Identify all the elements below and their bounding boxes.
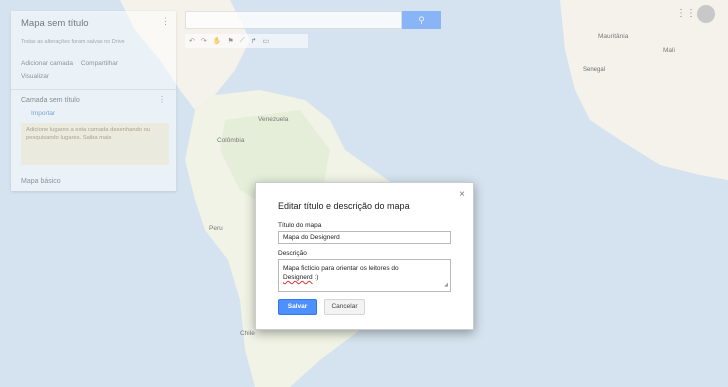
map-title-field[interactable] (278, 231, 451, 244)
map-label-senegal: Senegal (583, 67, 606, 73)
map-title-label: Título do mapa (278, 222, 322, 229)
search-button[interactable]: ⚲ (402, 11, 441, 29)
map-label-chile: Chile (240, 330, 255, 337)
close-icon[interactable]: × (459, 189, 465, 200)
map-label-venezuela: Venezuela (258, 116, 289, 123)
description-tail: :) (312, 274, 319, 281)
layer-options-icon[interactable]: ⋮ (158, 95, 166, 104)
share-button[interactable]: Compartilhar (81, 60, 118, 67)
resize-handle-icon[interactable]: ◢ (444, 281, 448, 290)
map-label-mali: Mali (663, 47, 675, 54)
misspelled-word: Designerd (283, 274, 313, 281)
add-layer-button[interactable]: Adicionar camada (21, 60, 73, 67)
dialog-title: Editar título e descrição do mapa (278, 201, 410, 211)
description-label: Descrição (278, 250, 307, 257)
map-title[interactable]: Mapa sem título (21, 18, 89, 29)
map-sidebar: Mapa sem título ⋮ Todas as alterações fo… (11, 11, 176, 191)
base-map-item[interactable]: Mapa básico (21, 178, 61, 185)
hand-icon[interactable]: ✋ (213, 37, 222, 45)
map-label-peru: Peru (209, 225, 223, 232)
directions-icon[interactable]: ↱ (251, 37, 257, 45)
edit-map-dialog: Editar título e descrição do mapa × Títu… (255, 182, 474, 330)
panel-actions: Adicionar camada Compartilhar (21, 60, 124, 67)
divider (11, 89, 176, 90)
search-icon: ⚲ (418, 15, 425, 25)
map-label-colombia: Colômbia (217, 137, 245, 144)
map-toolbar: ↶ ↷ ✋ ⚑ ⟋ ↱ ▭ (185, 34, 308, 48)
undo-icon[interactable]: ↶ (189, 37, 195, 45)
preview-button[interactable]: Visualizar (21, 73, 49, 80)
layer-title[interactable]: Camada sem título (21, 97, 80, 104)
marker-icon[interactable]: ⚑ (227, 37, 233, 45)
line-icon[interactable]: ⟋ (240, 37, 245, 45)
ruler-icon[interactable]: ▭ (263, 37, 270, 45)
layer-hint: Adicione lugares a esta camada desenhand… (21, 123, 169, 165)
save-button[interactable]: Salvar (278, 299, 317, 315)
description-field[interactable]: Mapa fictício para orientar os leitores … (278, 259, 451, 292)
redo-icon[interactable]: ↷ (201, 37, 207, 45)
description-text: Mapa fictício para orientar os leitores … (283, 265, 399, 272)
cancel-button[interactable]: Cancelar (324, 299, 365, 315)
search-input[interactable] (185, 11, 402, 29)
more-options-icon[interactable]: ⋮ (161, 16, 170, 27)
save-status: Todas as alterações foram salvas no Driv… (21, 39, 125, 45)
map-label-mauritania: Mauritânia (598, 33, 629, 40)
import-link[interactable]: Importar (31, 110, 55, 117)
avatar[interactable] (697, 5, 715, 23)
